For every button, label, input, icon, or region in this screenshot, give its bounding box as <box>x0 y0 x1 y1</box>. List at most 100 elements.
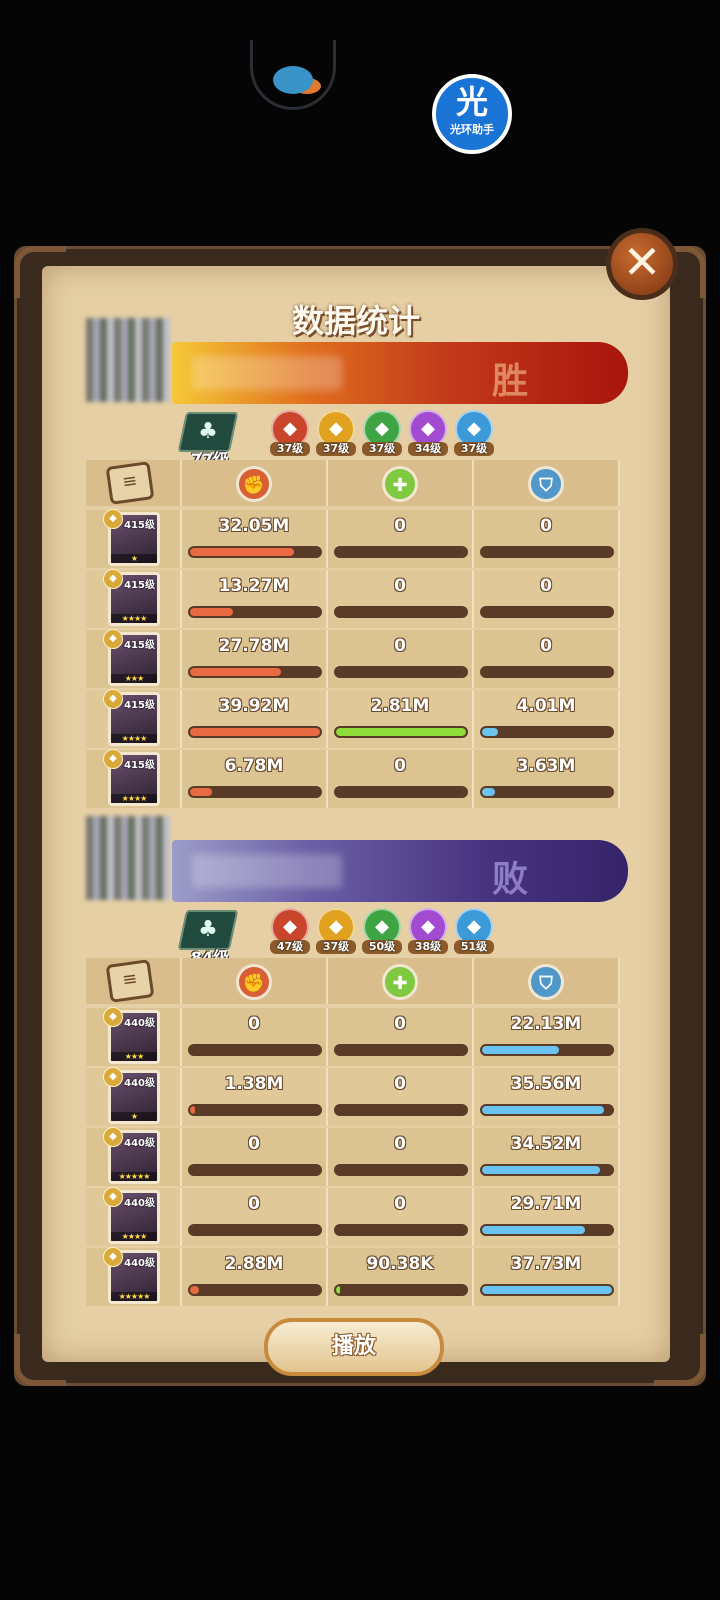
table-row: ◆ 440级 ★★★★ 0 0 29.71M <box>86 1187 630 1246</box>
faction-badge: ◆ 37级 <box>270 410 310 456</box>
header-log: ≡ <box>86 460 182 506</box>
damage-value: 2.88M <box>224 1254 284 1274</box>
heal-bar <box>334 666 468 678</box>
table-row: ◆ 415级 ★★★ 27.78M 0 0 <box>86 629 630 688</box>
tank-cell: 37.73M <box>474 1248 620 1306</box>
faction-badge: ◆ 37级 <box>316 410 356 456</box>
heal-value: 0 <box>394 576 406 596</box>
hero-stars: ★ <box>111 554 157 563</box>
damage-value: 27.78M <box>218 636 290 656</box>
table-row: ◆ 440级 ★★★★★ 0 0 34.52M <box>86 1127 630 1186</box>
heal-cell: 0 <box>328 1068 474 1126</box>
damage-value: 0 <box>248 1134 260 1154</box>
play-button[interactable]: 播放 <box>264 1318 444 1376</box>
hero-cell: ◆ 440级 ★ <box>86 1067 182 1126</box>
faction-level: 37级 <box>362 442 402 456</box>
heal-cell: 0 <box>328 630 474 688</box>
hero-cell: ◆ 415级 ★★★★ <box>86 689 182 748</box>
hero-portrait[interactable]: ◆ 440级 ★★★★★ <box>103 1247 160 1304</box>
hero-cell: ◆ 415级 ★ <box>86 509 182 568</box>
faction-badge-icon: ◆ <box>103 749 123 769</box>
damage-cell: 27.78M <box>182 630 328 688</box>
tank-value: 0 <box>540 576 552 596</box>
hero-cell: ◆ 415级 ★★★ <box>86 629 182 688</box>
hero-portrait[interactable]: ◆ 440级 ★★★ <box>103 1007 160 1064</box>
team-level-row: ♣77级◆37级◆37级◆37级◆34级◆37级 <box>86 410 630 469</box>
heal-value: 0 <box>394 756 406 776</box>
heal-cell: 90.38K <box>328 1248 474 1306</box>
faction-badge: ◆ 38级 <box>408 908 448 954</box>
hero-level: 415级 <box>124 580 155 591</box>
damage-cell: 13.27M <box>182 570 328 628</box>
tank-bar <box>480 786 614 798</box>
assistant-badge[interactable]: 光 光环助手 <box>432 74 512 154</box>
tank-value: 29.71M <box>510 1194 582 1214</box>
heal-icon: ✚ <box>382 964 418 1000</box>
faction-badge: ◆ 37级 <box>454 410 494 456</box>
close-button[interactable]: ✕ <box>606 228 678 300</box>
heal-value: 0 <box>394 636 406 656</box>
tank-bar <box>480 666 614 678</box>
hero-stars: ★★★★★ <box>111 1172 157 1181</box>
faction-badge-icon: ◆ <box>103 629 123 649</box>
heal-value: 0 <box>394 1014 406 1034</box>
hero-level: 440级 <box>124 1138 155 1149</box>
hero-portrait[interactable]: ◆ 415级 ★★★★ <box>103 569 160 626</box>
hero-cell: ◆ 440级 ★★★★★ <box>86 1247 182 1306</box>
scroll-icon[interactable]: ≡ <box>105 461 155 505</box>
faction-badge-icon: ◆ <box>103 569 123 589</box>
hero-cell: ◆ 440级 ★★★★★ <box>86 1127 182 1186</box>
hero-cell: ◆ 440级 ★★★★ <box>86 1187 182 1246</box>
hero-stars: ★★★★★ <box>111 1292 157 1301</box>
hero-portrait[interactable]: ◆ 415级 ★★★★ <box>103 689 160 746</box>
damage-icon: ✊ <box>236 466 272 502</box>
damage-bar <box>188 606 322 618</box>
tank-cell: 0 <box>474 510 620 568</box>
damage-cell: 32.05M <box>182 510 328 568</box>
damage-value: 6.78M <box>224 756 284 776</box>
damage-bar <box>188 1164 322 1176</box>
heal-icon: ✚ <box>382 466 418 502</box>
heal-bar <box>334 606 468 618</box>
player-avatar[interactable] <box>86 318 170 402</box>
hero-stars: ★★★★ <box>111 734 157 743</box>
table-row: ◆ 415级 ★★★★ 13.27M 0 0 <box>86 569 630 628</box>
player-name-blurred <box>192 854 342 888</box>
tank-cell: 0 <box>474 630 620 688</box>
header-damage: ✊ <box>182 958 328 1004</box>
hero-portrait[interactable]: ◆ 415级 ★★★ <box>103 629 160 686</box>
hero-stars: ★★★★ <box>111 1232 157 1241</box>
top-decoration <box>250 40 336 110</box>
tank-bar <box>480 1044 614 1056</box>
hero-portrait[interactable]: ◆ 440级 ★★★★★ <box>103 1127 160 1184</box>
tank-bar-fill <box>482 1046 559 1054</box>
team-banner: 败 <box>86 816 630 912</box>
tank-bar <box>480 1284 614 1296</box>
faction-badge: ◆ 37级 <box>362 410 402 456</box>
tank-cell: 4.01M <box>474 690 620 748</box>
damage-cell: 1.38M <box>182 1068 328 1126</box>
tank-bar <box>480 1164 614 1176</box>
header-heal: ✚ <box>328 460 474 506</box>
scroll-icon[interactable]: ≡ <box>105 959 155 1003</box>
hero-portrait[interactable]: ◆ 440级 ★★★★ <box>103 1187 160 1244</box>
hero-level: 440级 <box>124 1198 155 1209</box>
hero-portrait[interactable]: ◆ 415级 ★★★★ <box>103 749 160 806</box>
result-banner: 胜 <box>172 342 628 404</box>
damage-bar <box>188 726 322 738</box>
tank-cell: 34.52M <box>474 1128 620 1186</box>
damage-bar <box>188 1224 322 1236</box>
header-damage: ✊ <box>182 460 328 506</box>
tank-cell: 0 <box>474 570 620 628</box>
player-avatar[interactable] <box>86 816 170 900</box>
hero-portrait[interactable]: ◆ 440级 ★ <box>103 1067 160 1124</box>
hero-portrait[interactable]: ◆ 415级 ★ <box>103 509 160 566</box>
faction-badge-icon: ◆ <box>103 1247 123 1267</box>
heal-bar <box>334 786 468 798</box>
team-banner: 胜 <box>86 318 630 414</box>
faction-badge: ◆ 50级 <box>362 908 402 954</box>
faction-badge: ◆ 51级 <box>454 908 494 954</box>
shield-icon: ⛉ <box>528 466 564 502</box>
damage-bar-fill <box>190 728 320 736</box>
hero-level: 440级 <box>124 1078 155 1089</box>
